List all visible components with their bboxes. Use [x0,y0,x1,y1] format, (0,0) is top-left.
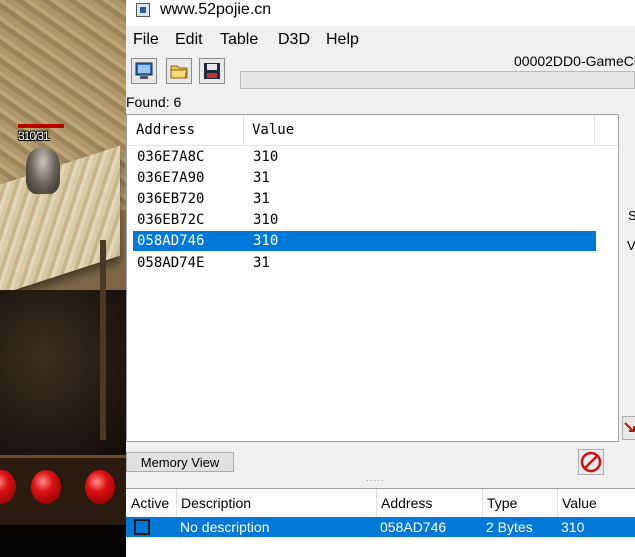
table-row[interactable]: No description 058AD746 2 Bytes 310 [126,517,635,537]
menu-file[interactable]: File [133,31,159,49]
scan-panel-label: V [627,238,635,253]
result-value: 310 [253,233,279,249]
player-health-text: 310/31 [18,129,50,143]
column-divider[interactable] [557,489,558,517]
result-value: 310 [253,149,279,165]
scan-panel-label: S [628,208,635,223]
scan-progress-bar [240,71,635,89]
select-process-button[interactable] [131,58,157,84]
result-value: 31 [253,255,270,271]
column-address[interactable]: Address [381,495,432,511]
process-name: 00002DD0-GameCli [514,53,635,69]
player-character [26,148,60,194]
row-address[interactable]: 058AD746 [380,519,446,535]
found-count: Found: 6 [126,94,182,110]
result-address: 058AD74E [137,255,205,271]
red-potion-icon[interactable] [31,470,61,504]
menu-bar: File Edit Table D3D Help [126,28,635,52]
result-row[interactable]: 036E7A8C 310 [133,147,596,167]
window-title: www.52pojie.cn [160,1,272,18]
column-active[interactable]: Active [131,495,169,511]
game-bottom-bar [0,525,126,557]
result-value: 31 [253,191,270,207]
result-row[interactable]: 036EB720 31 [133,189,596,209]
active-checkbox[interactable] [134,519,150,535]
scan-results-list[interactable]: Address Value 036E7A8C 310 036E7A90 31 0… [126,114,619,442]
result-row[interactable]: 058AD74E 31 [133,253,596,273]
result-address: 036EB72C [137,212,205,228]
cheat-engine-window: www.52pojie.cn File Edit Table D3D Help … [126,0,635,557]
game-shadow [0,290,126,460]
row-description[interactable]: No description [180,519,270,535]
column-address[interactable]: Address [136,122,195,138]
result-address: 036E7A90 [137,170,205,186]
result-row-selected[interactable]: 058AD746 310 [133,231,596,251]
memory-view-button[interactable]: Memory View [126,452,234,472]
result-value: 31 [253,170,270,186]
cheat-table[interactable]: Active Description Address Type Value No… [126,488,635,557]
floppy-disk-icon [204,63,220,79]
cheat-table-header: Active Description Address Type Value [126,489,635,517]
open-folder-icon [170,65,188,79]
result-address: 058AD746 [137,233,205,249]
column-value[interactable]: Value [562,495,597,511]
menu-help[interactable]: Help [326,31,359,49]
result-address: 036EB720 [137,191,205,207]
stop-icon [580,451,602,473]
row-type[interactable]: 2 Bytes [486,519,533,535]
result-address: 036E7A8C [137,149,205,165]
menu-edit[interactable]: Edit [175,31,203,49]
result-value: 310 [253,212,279,228]
column-value[interactable]: Value [252,122,294,138]
column-divider[interactable] [243,115,244,145]
menu-table[interactable]: Table [220,31,258,49]
open-button[interactable] [166,58,192,84]
red-arrow-icon [624,422,635,432]
red-potion-icon[interactable] [85,470,115,504]
column-divider[interactable] [594,115,595,145]
column-type[interactable]: Type [487,495,517,511]
result-row[interactable]: 036E7A90 31 [133,168,596,188]
column-divider[interactable] [176,489,177,517]
computer-icon [135,62,153,79]
result-row[interactable]: 036EB72C 310 [133,210,596,230]
column-description[interactable]: Description [181,495,251,511]
player-health-bar [18,124,64,128]
column-divider[interactable] [376,489,377,517]
results-header: Address Value [127,115,618,146]
column-divider[interactable] [482,489,483,517]
menu-d3d[interactable]: D3D [278,31,310,49]
stop-button[interactable] [578,449,604,475]
game-viewport: 310/31 [0,0,126,557]
save-button[interactable] [199,58,225,84]
row-value[interactable]: 310 [561,519,584,535]
add-address-button[interactable] [622,416,635,440]
app-icon [136,3,150,17]
title-bar[interactable]: www.52pojie.cn [126,0,635,26]
game-tent-pole [100,240,106,440]
